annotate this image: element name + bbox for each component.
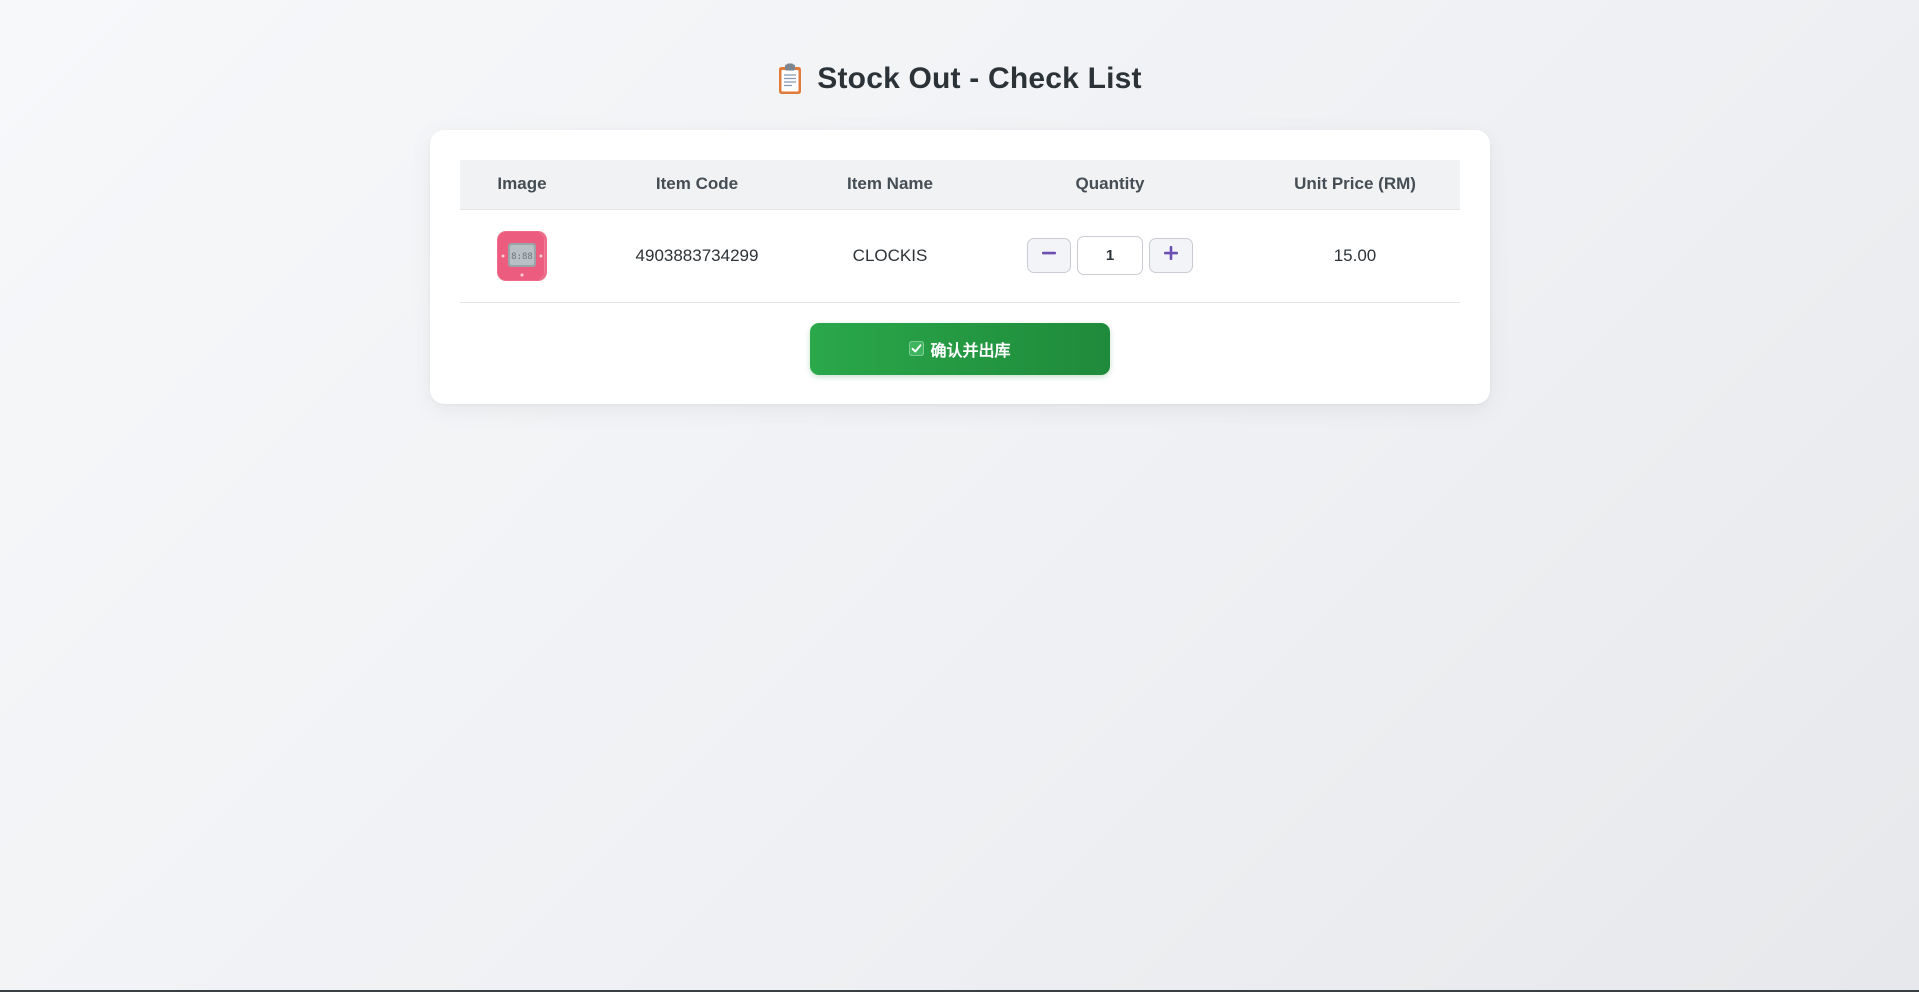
cell-quantity xyxy=(970,209,1250,303)
quantity-stepper xyxy=(1027,236,1193,275)
page-title: Stock Out - Check List xyxy=(817,62,1142,95)
pink-clock-thumbnail: 8:88 xyxy=(494,228,550,284)
items-table: Image Item Code Item Name Quantity Unit … xyxy=(460,160,1460,303)
cell-item-code: 4903883734299 xyxy=(584,209,810,303)
confirm-row: 确认并出库 xyxy=(460,322,1460,375)
table-row: 8:88 4903883734299 CLOCKIS 1 15.00 xyxy=(460,209,1460,303)
clipboard-icon xyxy=(777,63,803,95)
check-box-icon xyxy=(909,341,925,356)
decrement-button[interactable] xyxy=(1027,238,1071,273)
header-unit-price: Unit Price (RM) xyxy=(1250,160,1460,210)
svg-text:8:88: 8:88 xyxy=(511,252,533,262)
page-header: Stock Out - Check List xyxy=(0,62,1919,96)
confirm-button-label: 确认并出库 xyxy=(930,340,1011,360)
header-image: Image xyxy=(460,160,584,210)
confirm-stock-out-button[interactable]: 确认并出库 xyxy=(810,322,1110,375)
minus-icon xyxy=(1041,245,1057,266)
cell-unit-price: 15.00 xyxy=(1250,209,1460,303)
plus-icon xyxy=(1163,245,1179,266)
quantity-input[interactable] xyxy=(1077,236,1143,275)
cell-image: 8:88 xyxy=(460,209,584,303)
table-header-row: Image Item Code Item Name Quantity Unit … xyxy=(460,160,1460,210)
checklist-card: Image Item Code Item Name Quantity Unit … xyxy=(430,130,1490,404)
cell-item-name: CLOCKIS xyxy=(810,209,970,303)
header-item-code: Item Code xyxy=(584,160,810,210)
header-item-name: Item Name xyxy=(810,160,970,210)
increment-button[interactable] xyxy=(1149,238,1193,273)
header-quantity: Quantity xyxy=(970,160,1250,210)
